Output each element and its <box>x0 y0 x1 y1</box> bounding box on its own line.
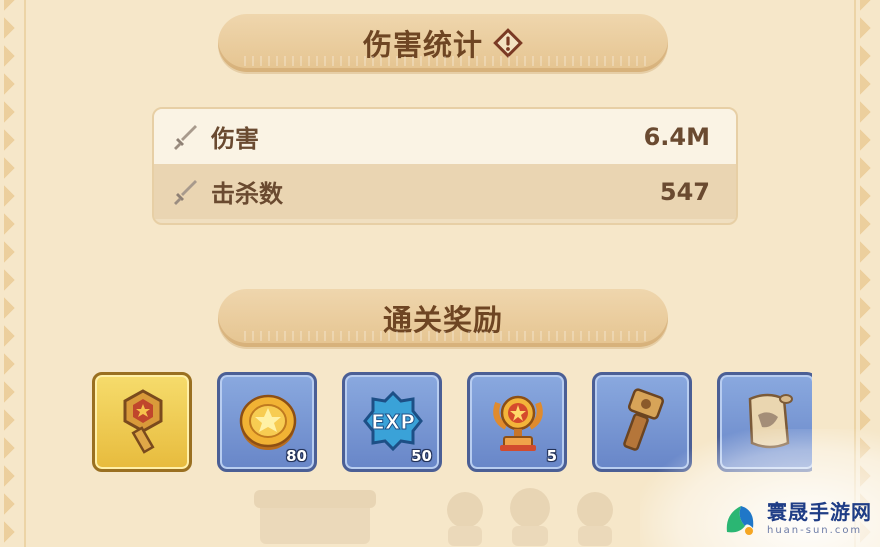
rewards-header: 通关奖励 <box>218 289 668 347</box>
damage-stats-header: 伤害统计 <box>218 14 668 72</box>
watermark-sub-text: huan-sun.com <box>767 525 863 536</box>
reward-item-exp[interactable]: EXP 50 <box>342 372 442 472</box>
stat-row-kills: 击杀数 547 <box>154 164 736 219</box>
stat-row-damage: 伤害 6.4M <box>154 109 736 164</box>
stat-value-kills: 547 <box>659 177 710 206</box>
watermark-main-text: 寰晟手游网 <box>767 500 872 524</box>
left-border-line <box>24 0 26 547</box>
reward-qty-coin: 80 <box>286 447 307 465</box>
header-decoration <box>238 331 648 341</box>
left-border-decoration <box>4 0 20 547</box>
exp-label: EXP <box>371 410 415 434</box>
reward-item-trophy[interactable]: 5 <box>467 372 567 472</box>
stat-value-damage: 6.4M <box>643 122 710 151</box>
header-decoration <box>238 56 648 66</box>
reward-item-coin[interactable]: 80 <box>217 372 317 472</box>
key-icon <box>123 389 163 454</box>
watermark-logo-icon <box>726 506 754 535</box>
sword-icon <box>174 124 197 150</box>
stat-label-damage: 伤害 <box>211 125 259 153</box>
stat-label-kills: 击杀数 <box>211 180 283 208</box>
watermark: 寰晟手游网 huan-sun.com <box>719 495 872 543</box>
background-characters <box>254 488 613 546</box>
trophy-icon <box>493 395 543 451</box>
reward-item-key[interactable] <box>92 372 192 472</box>
info-icon[interactable] <box>493 28 523 58</box>
reward-qty-trophy: 5 <box>546 447 557 465</box>
sword-icon <box>174 179 197 205</box>
reward-qty-exp: 50 <box>411 447 432 465</box>
damage-stats-panel: 伤害 6.4M 击杀数 547 <box>152 107 738 225</box>
